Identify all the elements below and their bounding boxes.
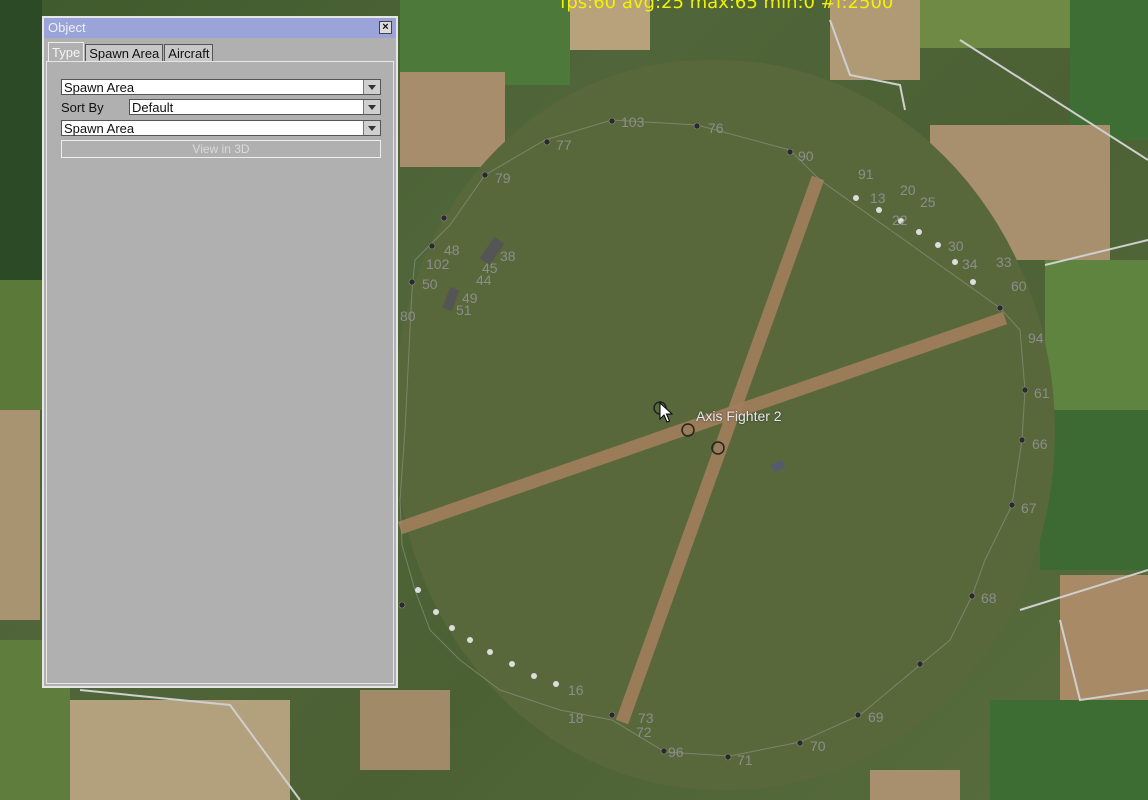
building-marker <box>479 236 505 266</box>
aircraft-markers <box>415 195 976 687</box>
sort-by-value: Default <box>132 100 174 115</box>
building-marker <box>770 459 786 473</box>
mouse-cursor-icon <box>659 402 673 423</box>
chevron-down-icon[interactable] <box>363 121 380 135</box>
sort-by-label: Sort By <box>61 100 104 115</box>
chevron-down-icon[interactable] <box>363 100 380 114</box>
road <box>79 689 301 800</box>
view-in-3d-button[interactable]: View in 3D <box>61 140 381 158</box>
waypoint-markers <box>398 117 1029 761</box>
tab-type[interactable]: Type <box>48 42 85 62</box>
road <box>959 39 1148 161</box>
chevron-down-icon[interactable] <box>363 80 380 94</box>
tab-content: Spawn Area Sort By Default Spawn Area Vi… <box>46 61 394 684</box>
runway <box>615 175 825 725</box>
dialog-tabs: Type Spawn Area Aircraft <box>48 42 214 62</box>
taxi-circuit <box>399 119 1026 757</box>
spawn-area-select[interactable]: Spawn Area <box>61 120 381 136</box>
dialog-title: Object <box>48 20 86 35</box>
sort-by-select[interactable]: Default <box>129 99 381 115</box>
type-select[interactable]: Spawn Area <box>61 79 381 95</box>
tab-spawn-area[interactable]: Spawn Area <box>85 44 164 62</box>
road <box>1059 619 1148 702</box>
road <box>829 19 906 111</box>
road <box>1044 239 1148 266</box>
spawn-area-value: Spawn Area <box>64 121 135 136</box>
object-dialog: Object × Type Spawn Area Aircraft Spawn Ar… <box>42 16 398 688</box>
type-select-value: Spawn Area <box>64 80 135 95</box>
airfield-label: Axis Fighter 2 <box>696 408 782 424</box>
tab-aircraft[interactable]: Aircraft <box>164 44 214 62</box>
dialog-titlebar[interactable]: Object × <box>44 18 396 38</box>
road <box>1019 569 1148 611</box>
fps-counter: fps:60 avg:25 max:65 min:0 #f:2500 <box>560 0 894 13</box>
building-marker <box>442 286 460 312</box>
close-icon[interactable]: × <box>379 21 392 34</box>
